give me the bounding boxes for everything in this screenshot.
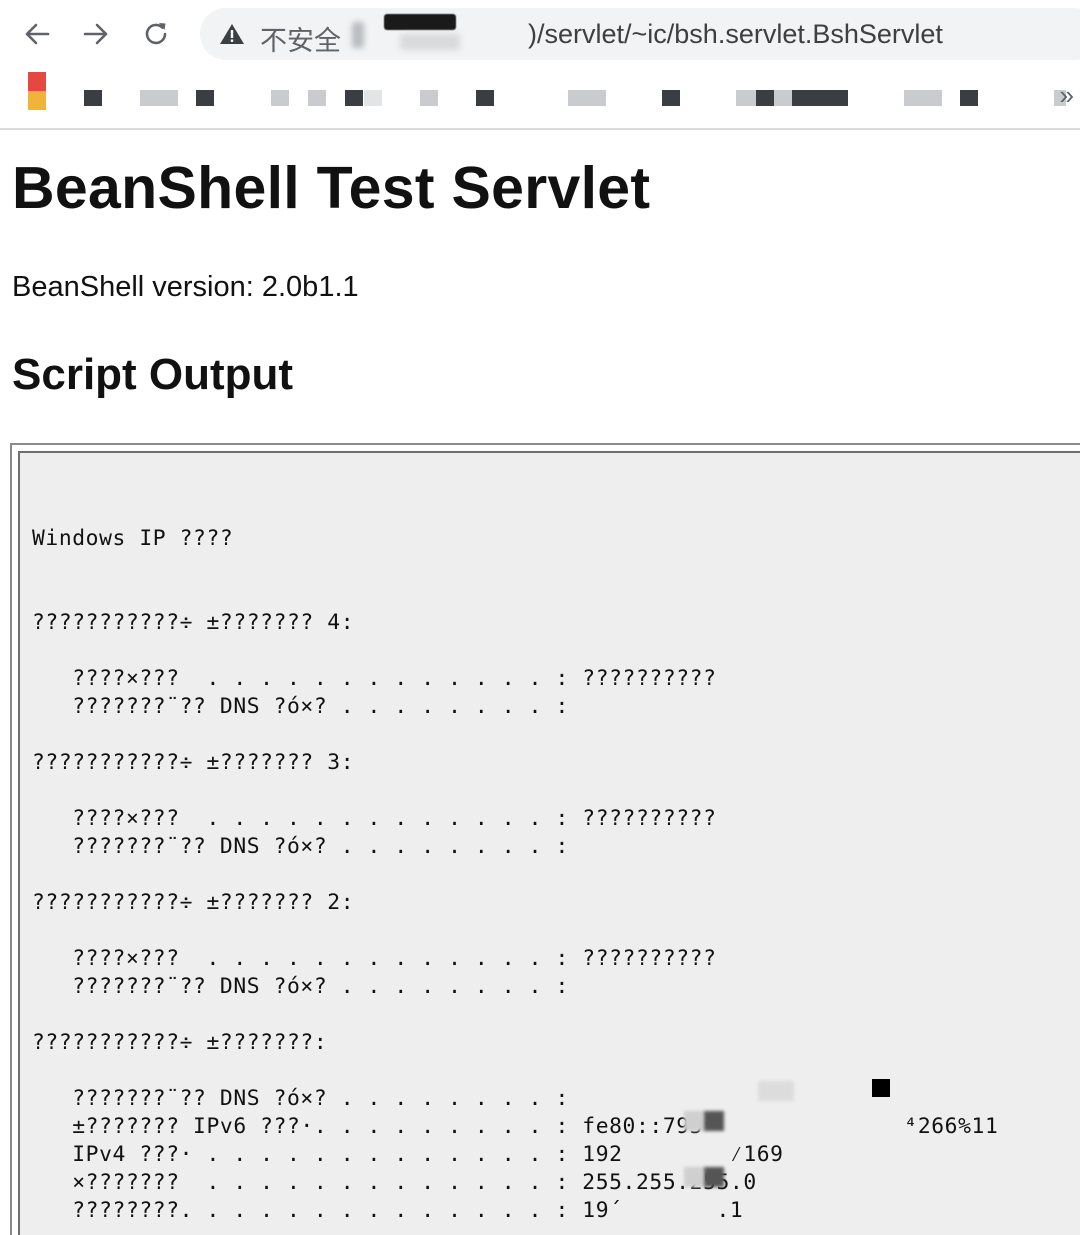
section-title: Script Output	[12, 350, 294, 399]
bookmark-item[interactable]	[345, 90, 363, 106]
arrow-right-icon	[83, 23, 108, 45]
bookmark-item[interactable]	[196, 90, 214, 106]
bookmark-item[interactable]	[84, 90, 102, 106]
bookmark-item[interactable]	[420, 90, 438, 106]
redacted-value	[704, 1167, 724, 1187]
redacted-value	[684, 1167, 704, 1187]
version-text: BeanShell version: 2.0b1.1	[12, 271, 359, 303]
address-bar[interactable]: 不安全 )/servlet/~ic/bsh.servlet.BshServlet	[200, 8, 1080, 60]
page-title: BeanShell Test Servlet	[12, 155, 651, 221]
bookmark-item[interactable]	[476, 90, 494, 106]
back-button[interactable]	[17, 14, 57, 54]
reload-icon	[145, 23, 167, 45]
bookmark-favicon[interactable]	[28, 72, 46, 110]
bookmark-item[interactable]	[308, 90, 326, 106]
script-output-text: Windows IP ???? ???????????÷ ±??????? 4:…	[32, 526, 999, 1223]
url-text: )/servlet/~ic/bsh.servlet.BshServlet	[528, 19, 943, 49]
reload-button[interactable]	[136, 14, 176, 54]
redacted-value	[758, 1081, 794, 1101]
bookmark-item[interactable]	[774, 90, 792, 106]
security-label[interactable]: 不安全	[260, 19, 341, 58]
bookmark-item[interactable]	[960, 90, 978, 106]
browser-toolbar: 不安全 )/servlet/~ic/bsh.servlet.BshServlet	[0, 0, 1080, 66]
bookmark-item[interactable]	[271, 90, 289, 106]
bookmark-item[interactable]	[736, 90, 756, 106]
warning-icon[interactable]	[218, 20, 246, 48]
bookmark-item[interactable]	[904, 90, 942, 106]
bookmark-item[interactable]	[568, 90, 606, 106]
redacted-value	[704, 1111, 724, 1131]
bookmark-item[interactable]	[662, 90, 680, 106]
chevron-right-icon[interactable]: »	[1060, 80, 1074, 111]
redacted-host	[400, 34, 460, 50]
redacted-value	[872, 1079, 890, 1097]
bookmark-item[interactable]	[140, 90, 178, 106]
bookmark-item[interactable]	[756, 90, 774, 106]
forward-button[interactable]	[76, 14, 116, 54]
script-output-frame: Windows IP ???? ???????????÷ ±??????? 4:…	[10, 443, 1080, 1235]
bookmarks-bar: »	[0, 66, 1080, 130]
redacted-host	[352, 22, 364, 48]
redacted-value	[684, 1111, 704, 1131]
bookmark-item[interactable]	[792, 90, 848, 106]
redacted-host	[384, 14, 456, 30]
bookmark-item[interactable]	[364, 90, 382, 106]
arrow-left-icon	[25, 23, 50, 45]
script-output-box[interactable]: Windows IP ???? ???????????÷ ±??????? 4:…	[18, 451, 1080, 1235]
